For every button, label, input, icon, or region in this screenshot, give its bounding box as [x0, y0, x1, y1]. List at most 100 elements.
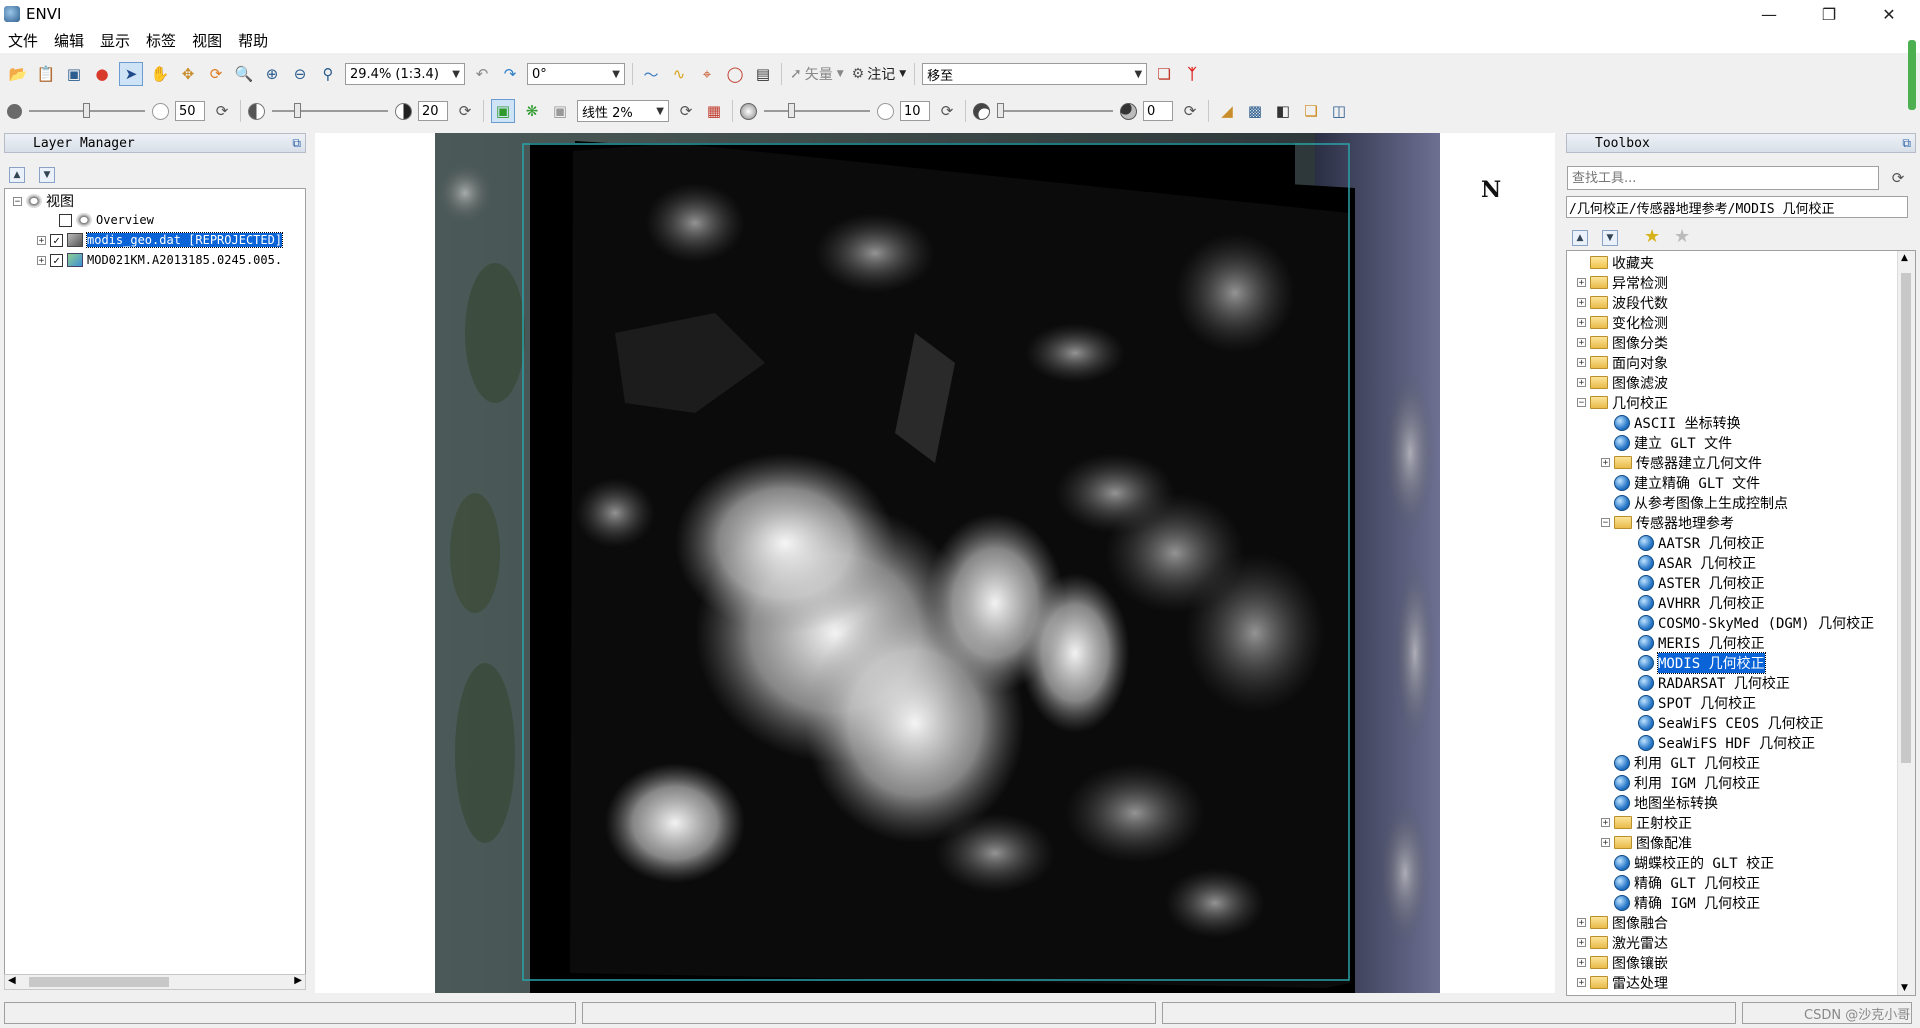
chip-to-file-icon[interactable]: ▩ [1244, 100, 1266, 122]
select-pointer-icon[interactable]: ➤ [119, 62, 143, 86]
expand-icon[interactable]: + [1577, 278, 1586, 288]
toolbox-item[interactable]: 精确 IGM 几何校正 [1601, 893, 1760, 912]
expand-icon[interactable]: + [1577, 358, 1586, 368]
layer-checkbox[interactable]: ✓ [50, 253, 63, 267]
rotate-icon[interactable]: ⟳ [205, 63, 227, 85]
stretch-combo[interactable]: 线性 2% ▼ [577, 100, 669, 122]
close-button[interactable]: ✕ [1866, 0, 1912, 28]
collapse-all-icon[interactable]: ▲ [1572, 230, 1588, 246]
toolbox-item[interactable]: + 图像融合 [1577, 913, 1668, 932]
toolbox-item[interactable]: + 图像镶嵌 [1577, 953, 1668, 972]
blend-icon[interactable]: ❏ [1300, 100, 1322, 122]
toolbox-item[interactable]: 利用 GLT 几何校正 [1601, 753, 1760, 772]
toolbox-item[interactable]: + 面向对象 [1577, 353, 1668, 372]
rotate-left-icon[interactable]: ↶ [471, 63, 493, 85]
toolbox-item[interactable]: + 图像配准 [1601, 833, 1692, 852]
minimize-button[interactable]: — [1746, 0, 1792, 28]
scroll-thumb[interactable] [29, 977, 169, 987]
crop-icon[interactable]: ▣ [63, 63, 85, 85]
expand-icon[interactable]: + [1577, 918, 1586, 928]
stretch-icon[interactable]: ❋ [521, 100, 543, 122]
toolbox-item[interactable]: MERIS 几何校正 [1625, 633, 1765, 652]
reset-stretch-icon[interactable]: ⟳ [675, 100, 697, 122]
remove-favorite-icon[interactable]: ★ [1674, 226, 1690, 247]
toolbox-item[interactable]: RADARSAT 几何校正 [1625, 673, 1790, 692]
toolbox-item[interactable]: MODIS 几何校正 [1625, 651, 1766, 674]
toolbox-item[interactable]: AATSR 几何校正 [1625, 533, 1765, 552]
full-extent-icon[interactable]: ▣ [491, 99, 515, 123]
toolbox-item[interactable]: 地图坐标转换 [1601, 793, 1718, 812]
brightness-value[interactable]: 50 [175, 101, 205, 121]
collapse-icon[interactable]: − [1577, 398, 1586, 408]
refresh-icon[interactable]: ⟳ [1887, 167, 1909, 189]
menu-view[interactable]: 视图 [184, 30, 230, 51]
contrast-slider[interactable] [272, 101, 388, 121]
collapse-icon[interactable]: − [13, 196, 22, 206]
pin-icon[interactable]: ● [91, 63, 113, 85]
spectrum-icon[interactable]: ∿ [668, 63, 690, 85]
menu-help[interactable]: 帮助 [230, 30, 276, 51]
zoom-out-icon[interactable]: ⊖ [289, 63, 311, 85]
zoom-in-icon[interactable]: ⊕ [261, 63, 283, 85]
toolbox-item[interactable]: + 图像分类 [1577, 333, 1668, 352]
toolbox-item[interactable]: ASCII 坐标转换 [1601, 413, 1741, 432]
menu-file[interactable]: 文件 [0, 30, 46, 51]
toolbox-vscrollbar[interactable]: ▲ ▼ [1897, 251, 1915, 995]
flicker-icon[interactable]: ◫ [1328, 100, 1350, 122]
reset-transparency-icon[interactable]: ⟳ [1179, 100, 1201, 122]
toolbox-item[interactable]: 精确 GLT 几何校正 [1601, 873, 1760, 892]
toolbox-item[interactable]: SPOT 几何校正 [1625, 693, 1756, 712]
portal-icon[interactable]: ◧ [1272, 100, 1294, 122]
zoom-combo[interactable]: 29.4% (1:3.4) ▼ [345, 63, 465, 85]
sharpen-slider[interactable] [764, 101, 870, 121]
annotation-button[interactable]: ⚙ 注记 ▼ [852, 64, 906, 84]
reset-sharpen-icon[interactable]: ⟳ [936, 100, 958, 122]
toolbox-item[interactable]: + 雷达处理 [1577, 973, 1668, 992]
expand-all-icon[interactable]: ▼ [39, 167, 55, 183]
pin-icon[interactable]: ⧉ [1902, 136, 1911, 151]
fly-icon[interactable]: ✥ [177, 63, 199, 85]
contrast-value[interactable]: 20 [418, 101, 448, 121]
pin-icon[interactable]: ⧉ [292, 136, 301, 151]
expand-icon[interactable]: + [1577, 298, 1586, 308]
scroll-right-icon[interactable]: ▶ [294, 975, 302, 986]
collapse-icon[interactable]: − [1601, 518, 1610, 528]
expand-icon[interactable]: + [1601, 458, 1610, 468]
menu-label[interactable]: 标签 [138, 30, 184, 51]
layer-row[interactable]: + ✓ modis_geo.dat [REPROJECTED] [37, 231, 284, 249]
expand-icon[interactable]: + [37, 255, 46, 265]
toolbox-item[interactable]: 利用 IGM 几何校正 [1601, 773, 1760, 792]
expand-icon[interactable]: + [1577, 978, 1586, 988]
expand-icon[interactable]: + [1577, 318, 1586, 328]
transparency-value[interactable]: 0 [1143, 101, 1173, 121]
rotation-combo[interactable]: 0° ▼ [527, 63, 625, 85]
measure-icon[interactable]: ◢ [1216, 100, 1238, 122]
menu-display[interactable]: 显示 [92, 30, 138, 51]
color-table-icon[interactable]: ▦ [703, 100, 725, 122]
vector-button[interactable]: ➚ 矢量 ▼ [790, 64, 844, 84]
data-values-icon[interactable]: ▤ [752, 63, 774, 85]
toolbox-item[interactable]: 从参考图像上生成控制点 [1601, 493, 1788, 512]
toolbox-item[interactable]: − 几何校正 [1577, 393, 1668, 412]
scroll-left-icon[interactable]: ◀ [8, 975, 16, 986]
toolbox-item[interactable]: − 传感器地理参考 [1601, 513, 1734, 532]
toolbox-item[interactable]: ASAR 几何校正 [1625, 553, 1756, 572]
toolbox-item[interactable]: + 图像滤波 [1577, 373, 1668, 392]
toolbox-item[interactable]: + 传感器建立几何文件 [1601, 453, 1762, 472]
scroll-down-icon[interactable]: ▼ [1901, 983, 1908, 993]
expand-icon[interactable]: + [1577, 338, 1586, 348]
reset-contrast-icon[interactable]: ⟳ [454, 100, 476, 122]
toolbox-item[interactable]: 建立 GLT 文件 [1601, 433, 1732, 452]
overview-row[interactable]: Overview [59, 211, 154, 229]
expand-icon[interactable]: + [1577, 378, 1586, 388]
goto-combo[interactable]: 移至 ▼ [922, 63, 1148, 85]
expand-icon[interactable]: + [1601, 818, 1610, 828]
expand-icon[interactable]: + [1577, 938, 1586, 948]
layer-row[interactable]: + ✓ MOD021KM.A2013185.0245.005. [37, 251, 282, 269]
zoom-icon[interactable]: 🔍 [233, 63, 255, 85]
restore-button[interactable]: ❐ [1806, 0, 1852, 28]
zoom-fit-icon[interactable]: ⚲ [317, 63, 339, 85]
overview-checkbox[interactable] [59, 213, 72, 227]
toolbox-item[interactable]: 蝴蝶校正的 GLT 校正 [1601, 853, 1774, 872]
open-folder-icon[interactable]: 📂 [7, 63, 29, 85]
